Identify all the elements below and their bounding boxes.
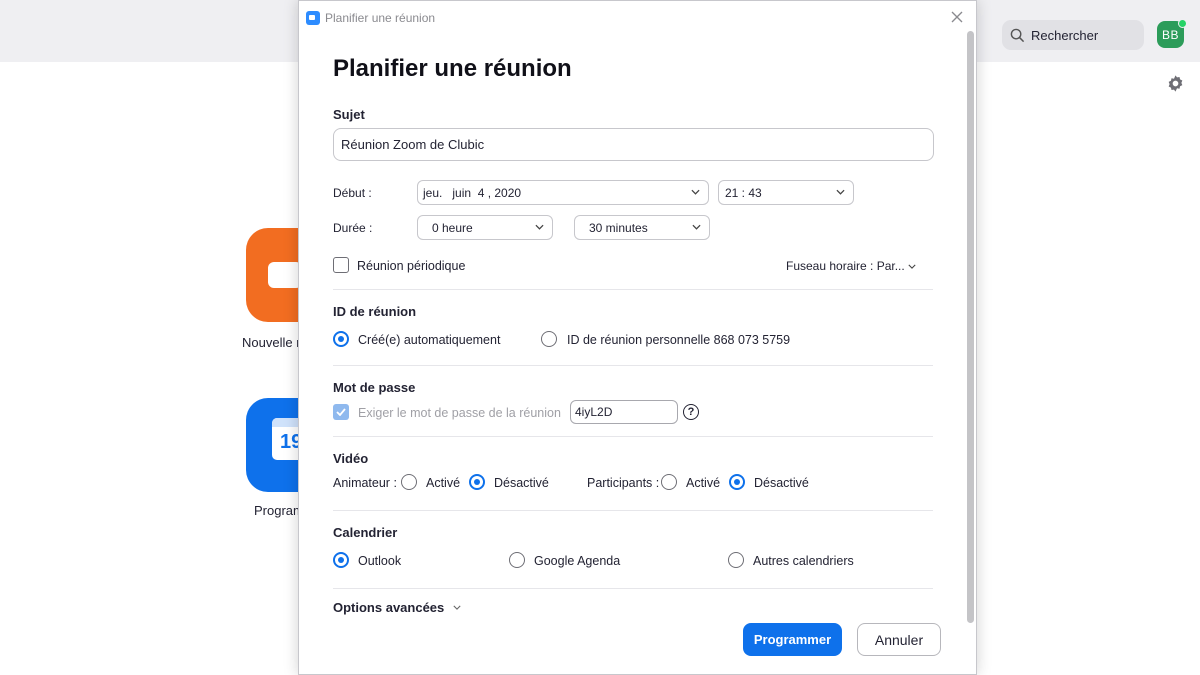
divider bbox=[333, 289, 933, 290]
start-date-value: jeu. juin 4 , 2020 bbox=[423, 185, 522, 200]
duration-hours-select[interactable]: 0 heure bbox=[417, 215, 553, 240]
subject-value: Réunion Zoom de Clubic bbox=[341, 137, 485, 152]
meeting-id-auto-radio[interactable] bbox=[333, 331, 349, 347]
require-password-label: Exiger le mot de passe de la réunion bbox=[358, 406, 561, 420]
scrollbar-thumb[interactable] bbox=[967, 31, 974, 623]
password-value: 4iyL2D bbox=[575, 405, 613, 419]
chevron-down-icon bbox=[691, 189, 700, 195]
chevron-down-icon bbox=[692, 224, 701, 230]
subject-input[interactable]: Réunion Zoom de Clubic bbox=[333, 128, 934, 161]
host-video-off-radio[interactable] bbox=[469, 474, 485, 490]
start-label: Début : bbox=[333, 186, 372, 200]
video-label: Vidéo bbox=[333, 451, 369, 466]
participants-video-off-radio[interactable] bbox=[729, 474, 745, 490]
help-icon[interactable]: ? bbox=[683, 404, 699, 420]
recurring-checkbox[interactable] bbox=[333, 257, 349, 273]
new-meeting-label: Nouvelle r bbox=[242, 335, 301, 350]
calendar-label: Calendrier bbox=[333, 525, 398, 540]
start-time-select[interactable]: 21 : 43 bbox=[718, 180, 854, 205]
participants-video-off-label: Désactivé bbox=[754, 476, 809, 490]
calendar-google-radio[interactable] bbox=[509, 552, 525, 568]
password-label: Mot de passe bbox=[333, 380, 416, 395]
camera-icon bbox=[268, 262, 302, 288]
search-box[interactable]: Rechercher bbox=[1002, 20, 1144, 50]
check-icon bbox=[336, 408, 346, 416]
timezone-select[interactable]: Fuseau horaire : Par... bbox=[786, 259, 905, 273]
duration-hours-value: 0 heure bbox=[432, 220, 473, 235]
calendar-outlook-radio[interactable] bbox=[333, 552, 349, 568]
zoom-app-icon bbox=[306, 11, 320, 25]
divider bbox=[333, 510, 933, 511]
recurring-label: Réunion périodique bbox=[357, 259, 466, 273]
meeting-id-personal-label: ID de réunion personnelle 868 073 5759 bbox=[567, 333, 791, 347]
host-video-on-label: Activé bbox=[426, 476, 461, 490]
cancel-button[interactable]: Annuler bbox=[857, 623, 941, 656]
duration-label: Durée : bbox=[333, 221, 373, 235]
host-video-on-radio[interactable] bbox=[401, 474, 417, 490]
chevron-down-icon bbox=[836, 189, 845, 195]
calendar-other-radio[interactable] bbox=[728, 552, 744, 568]
start-time-value: 21 : 43 bbox=[725, 185, 762, 200]
meeting-id-personal-radio[interactable] bbox=[541, 331, 557, 347]
close-icon[interactable] bbox=[950, 10, 964, 24]
duration-minutes-select[interactable]: 30 minutes bbox=[574, 215, 710, 240]
require-password-checkbox bbox=[333, 404, 349, 420]
schedule-label: Program bbox=[254, 503, 304, 518]
host-video-label: Animateur : bbox=[333, 476, 397, 490]
calendar-outlook-label: Outlook bbox=[358, 554, 402, 568]
password-input[interactable]: 4iyL2D bbox=[570, 400, 678, 424]
chevron-down-icon bbox=[535, 224, 544, 230]
calendar-google-label: Google Agenda bbox=[534, 554, 621, 568]
meeting-id-label: ID de réunion bbox=[333, 304, 417, 319]
meeting-id-auto-label: Créé(e) automatiquement bbox=[358, 333, 501, 347]
search-icon bbox=[1010, 28, 1025, 42]
schedule-button[interactable]: Programmer bbox=[743, 623, 842, 656]
online-status-dot bbox=[1178, 19, 1187, 28]
window-title: Planifier une réunion bbox=[325, 11, 436, 25]
host-video-off-label: Désactivé bbox=[494, 476, 549, 490]
window-title-bar: Planifier une réunion bbox=[299, 1, 976, 35]
gear-icon[interactable] bbox=[1166, 74, 1185, 93]
schedule-meeting-dialog: Planifier une réunion Planifier une réun… bbox=[298, 0, 977, 675]
advanced-options-toggle[interactable]: Options avancées bbox=[333, 600, 444, 615]
participants-video-label: Participants : bbox=[587, 476, 660, 490]
subject-label: Sujet bbox=[333, 107, 365, 122]
chevron-down-icon bbox=[908, 264, 916, 269]
divider bbox=[333, 365, 933, 366]
divider bbox=[333, 588, 933, 589]
participants-video-on-radio[interactable] bbox=[661, 474, 677, 490]
page-title: Planifier une réunion bbox=[333, 55, 572, 82]
search-label: Rechercher bbox=[1031, 27, 1099, 43]
duration-minutes-value: 30 minutes bbox=[589, 220, 648, 235]
chevron-down-icon bbox=[453, 605, 461, 610]
participants-video-on-label: Activé bbox=[686, 476, 721, 490]
start-date-select[interactable]: jeu. juin 4 , 2020 bbox=[417, 180, 709, 205]
calendar-other-label: Autres calendriers bbox=[753, 554, 854, 568]
divider bbox=[333, 436, 933, 437]
